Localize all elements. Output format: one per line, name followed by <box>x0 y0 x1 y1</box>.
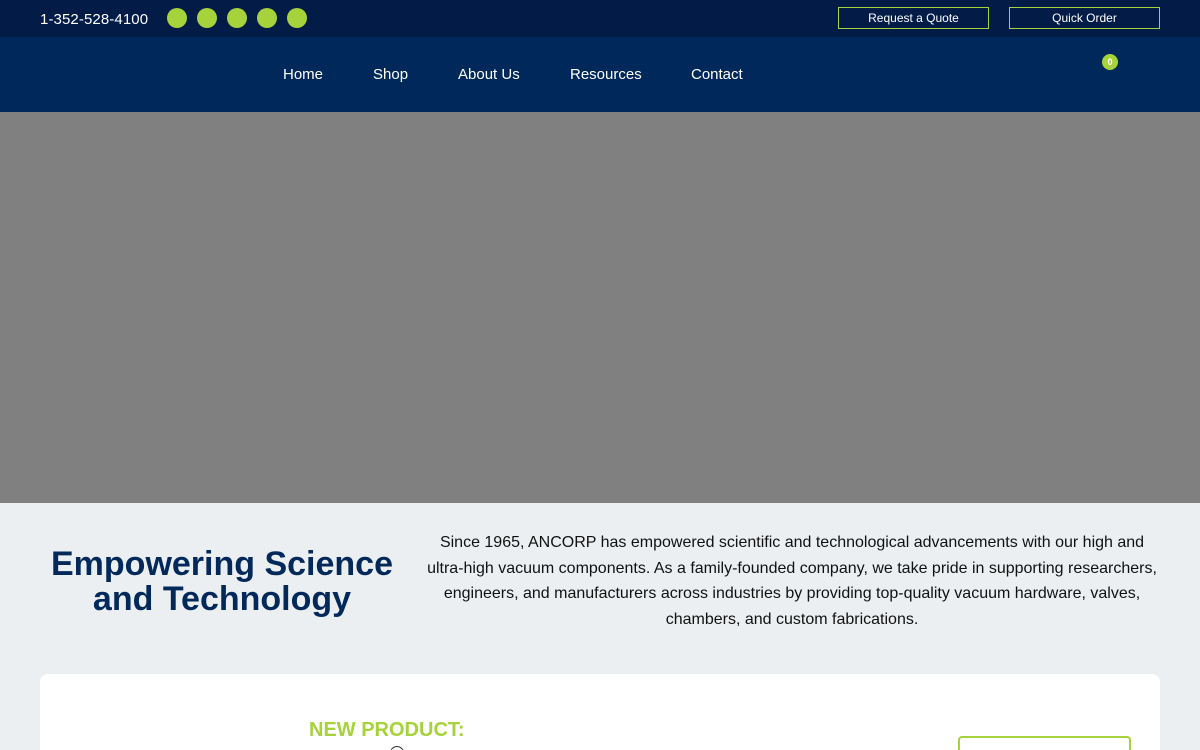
request-quote-button[interactable]: Request a Quote <box>838 7 989 29</box>
nav-item-contact[interactable]: Contact <box>691 66 743 83</box>
main-nav: Home Shop About Us Resources Contact <box>0 37 1200 112</box>
nav-item-shop[interactable]: Shop <box>373 66 408 83</box>
cart-count-badge[interactable]: 0 <box>1102 54 1118 70</box>
top-bar: 1-352-528-4100 Request a Quote Quick Ord… <box>0 0 1200 37</box>
new-product-button[interactable] <box>958 736 1131 750</box>
nav-item-about-us[interactable]: About Us <box>458 66 520 83</box>
social-icon-4[interactable] <box>257 8 277 28</box>
new-product-card: NEW PRODUCT: <box>40 674 1160 750</box>
intro-paragraph: Since 1965, ANCORP has empowered scienti… <box>427 534 1157 628</box>
social-icon-1[interactable] <box>167 8 187 28</box>
social-icon-5[interactable] <box>287 8 307 28</box>
phone-number[interactable]: 1-352-528-4100 <box>40 11 148 28</box>
social-icon-2[interactable] <box>197 8 217 28</box>
circle-icon <box>390 746 404 750</box>
social-links <box>167 8 307 28</box>
social-icon-3[interactable] <box>227 8 247 28</box>
nav-item-resources[interactable]: Resources <box>570 66 642 83</box>
nav-item-home[interactable]: Home <box>283 66 323 83</box>
page-title: Empowering Science and Technology <box>51 545 393 618</box>
quick-order-button[interactable]: Quick Order <box>1009 7 1160 29</box>
hero-banner <box>0 112 1200 503</box>
new-product-label: NEW PRODUCT: <box>309 719 465 741</box>
